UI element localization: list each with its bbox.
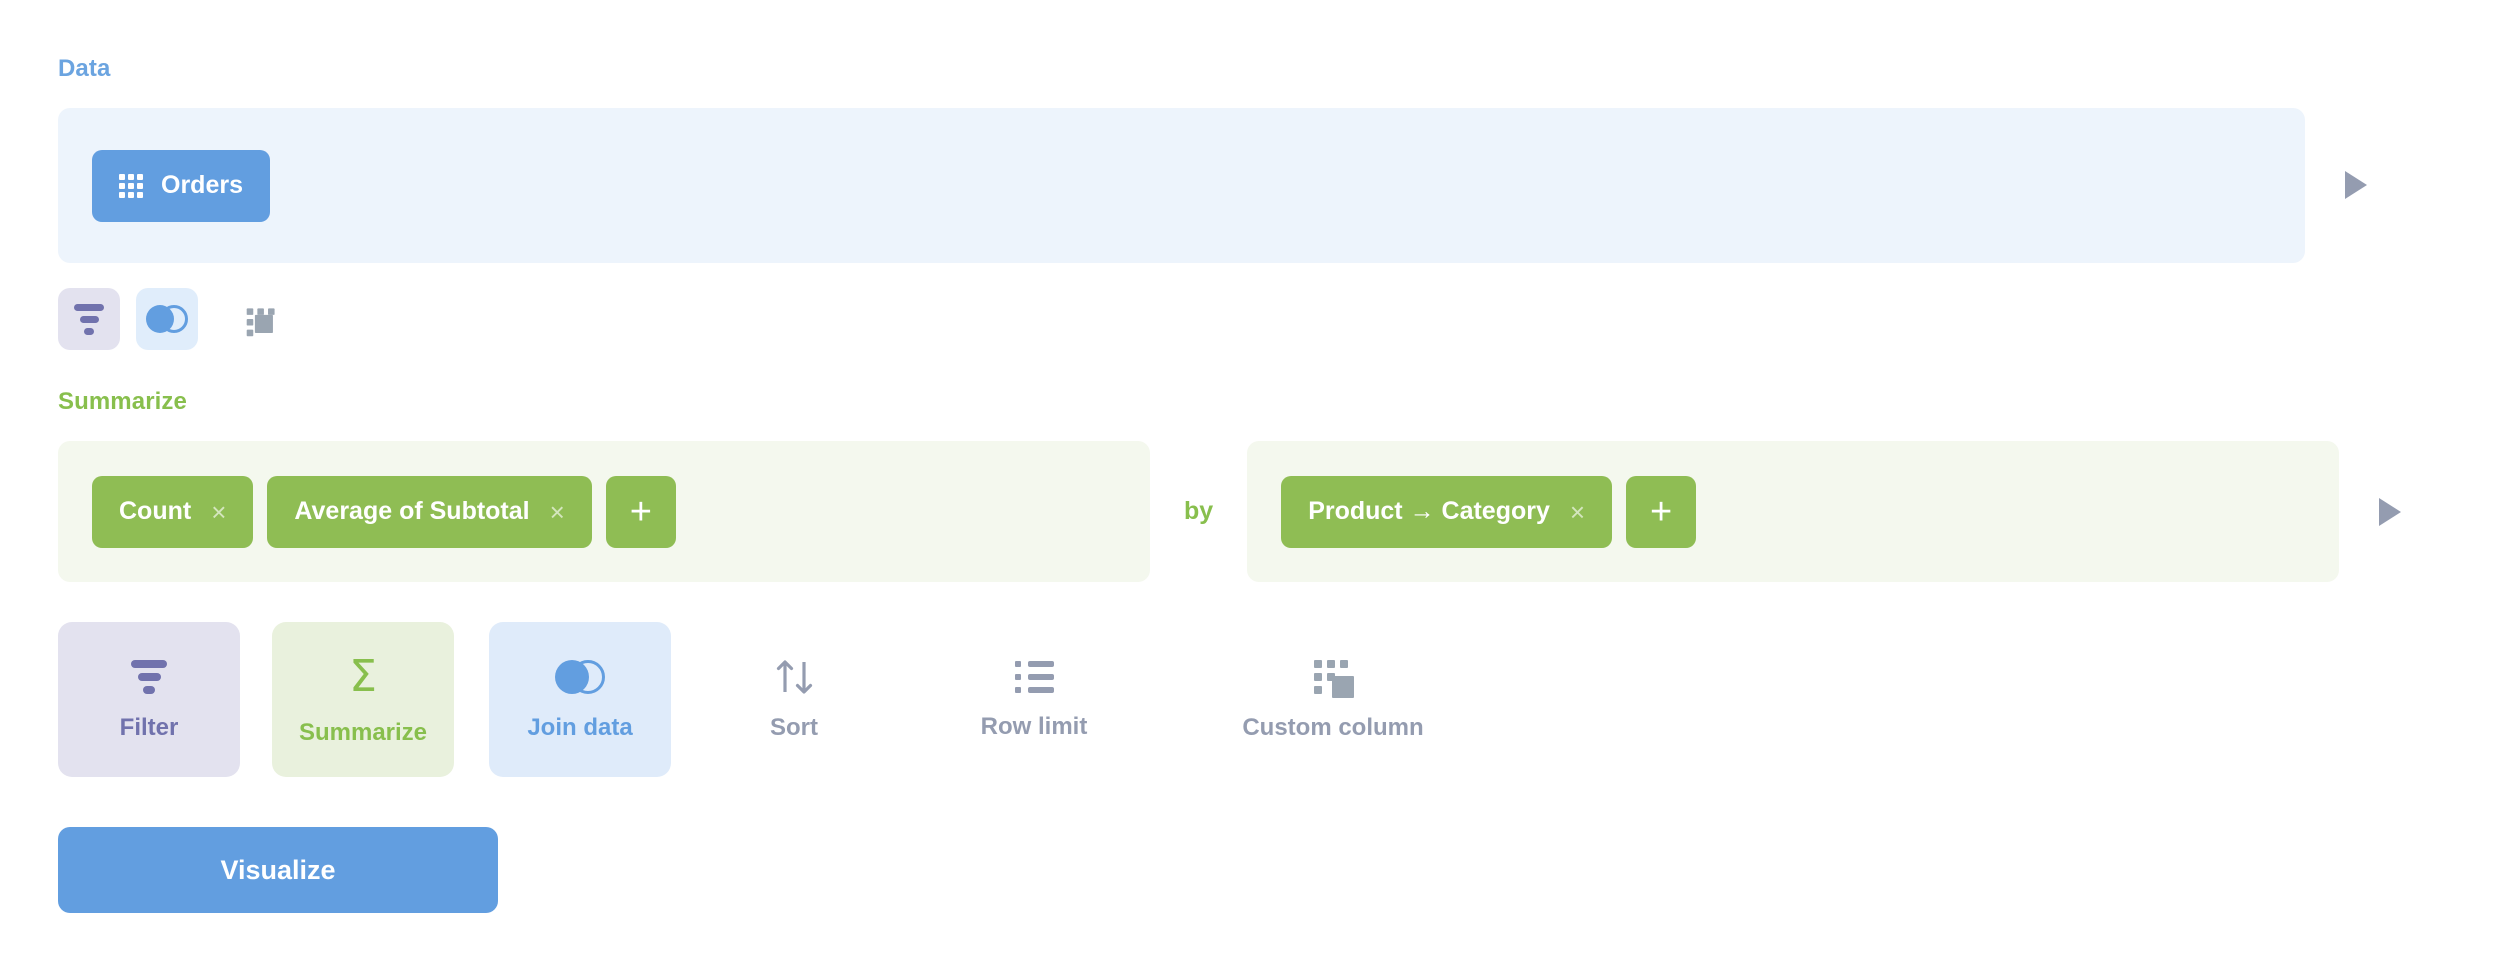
add-metric-button[interactable]: + [605, 475, 676, 548]
summarize-section-label: Summarize [58, 388, 187, 415]
data-source-panel: Orders [58, 108, 2305, 263]
filter-funnel-icon [74, 303, 104, 335]
action-tile-custom-column[interactable]: Custom column [1183, 622, 1483, 777]
data-section: Data Orders [58, 57, 2514, 350]
remove-metric-icon[interactable]: × [211, 499, 226, 525]
remove-breakout-icon[interactable]: × [1570, 499, 1585, 525]
summarize-section: Summarize Count × Average of Subtotal × … [58, 390, 2514, 582]
data-source-chip-orders[interactable]: Orders [92, 149, 270, 222]
list-icon [1014, 660, 1054, 693]
action-tile-label: Sort [770, 713, 818, 741]
summarize-metric-chip[interactable]: Average of Subtotal × [267, 475, 592, 548]
table-grid-icon [119, 173, 143, 198]
summarize-breakout-chip[interactable]: Product → Category × [1281, 475, 1613, 548]
data-section-label: Data [58, 55, 111, 82]
join-venn-icon [555, 659, 605, 694]
action-tile-row-limit[interactable]: Row limit [909, 622, 1159, 777]
sigma-icon: Σ [349, 650, 377, 702]
action-tile-summarize[interactable]: Σ Summarize [272, 622, 454, 777]
data-source-chip-label: Orders [161, 171, 243, 199]
action-tile-label: Custom column [1242, 713, 1424, 741]
notebook-editor: Data Orders Summarize Count × Average of… [0, 0, 2514, 960]
quick-action-join-button[interactable] [136, 288, 198, 350]
summarize-by-label: by [1184, 497, 1214, 525]
custom-column-icon [246, 308, 275, 337]
add-breakout-button[interactable]: + [1626, 475, 1697, 548]
filter-funnel-icon [131, 659, 167, 694]
summarize-metric-label: Average of Subtotal [294, 497, 530, 525]
run-query-data-play-icon[interactable] [2345, 171, 2367, 199]
sort-arrows-icon [776, 659, 813, 694]
action-tile-label: Filter [119, 713, 179, 741]
action-tile-label: Row limit [980, 712, 1088, 740]
join-venn-icon [146, 305, 188, 333]
quick-action-custom-column-button[interactable] [228, 288, 290, 350]
data-quick-actions [58, 288, 2514, 350]
remove-metric-icon[interactable]: × [550, 499, 565, 525]
summarize-breakout-panel: Product → Category × + [1247, 441, 2340, 582]
summarize-breakout-label: Product → Category [1308, 497, 1550, 525]
notebook-action-buttons: Filter Σ Summarize Join data Sort Row li… [58, 622, 1483, 777]
action-tile-join-data[interactable]: Join data [489, 622, 671, 777]
custom-column-icon [1314, 659, 1354, 698]
action-tile-label: Summarize [298, 718, 428, 746]
action-tile-sort[interactable]: Sort [703, 622, 885, 777]
summarize-metric-label: Count [119, 497, 192, 525]
summarize-metrics-panel: Count × Average of Subtotal × + [58, 441, 1150, 582]
action-tile-label: Join data [527, 713, 633, 741]
run-query-summarize-play-icon[interactable] [2379, 497, 2402, 526]
summarize-metric-chip[interactable]: Count × [92, 475, 254, 548]
action-tile-filter[interactable]: Filter [58, 622, 240, 777]
quick-action-filter-button[interactable] [58, 288, 120, 350]
visualize-button[interactable]: Visualize [58, 827, 498, 913]
